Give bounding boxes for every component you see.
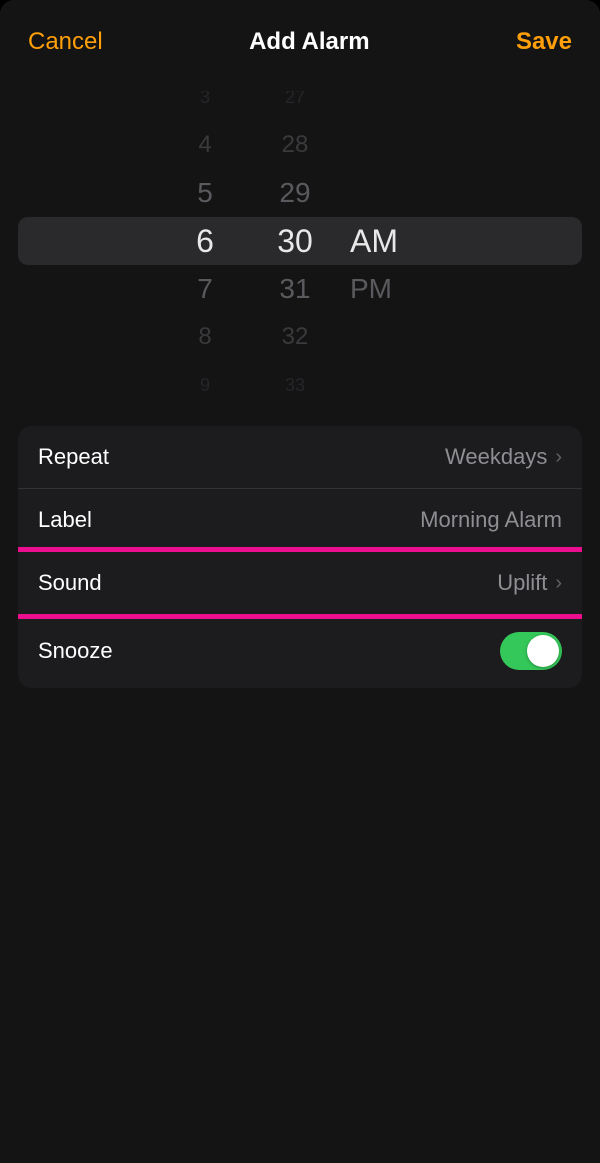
hour-option: 7: [197, 265, 213, 313]
minute-option: 32: [282, 313, 309, 361]
sound-value: Uplift: [497, 570, 547, 596]
label-label: Label: [38, 507, 92, 533]
snooze-toggle[interactable]: [500, 632, 562, 670]
minute-option: 28: [282, 121, 309, 169]
sound-label: Sound: [38, 570, 102, 596]
alarm-settings-list: Repeat Weekdays › Label Morning Alarm So…: [18, 426, 582, 688]
minute-option: 27: [285, 91, 305, 121]
ampm-pm: PM: [350, 265, 392, 313]
label-value: Morning Alarm: [420, 507, 562, 533]
save-button[interactable]: Save: [516, 28, 572, 56]
hour-selected: 6: [196, 217, 214, 265]
sound-row[interactable]: Sound Uplift ›: [18, 547, 582, 619]
ampm-wheel[interactable]: . . . AM PM . .: [340, 91, 440, 391]
header: Cancel Add Alarm Save: [0, 10, 600, 66]
toggle-knob: [527, 635, 559, 667]
hour-option: 3: [200, 91, 210, 121]
hour-wheel[interactable]: 3 4 5 6 7 8 9: [160, 91, 250, 391]
minute-wheel[interactable]: 27 28 29 30 31 32 33: [250, 91, 340, 391]
snooze-label: Snooze: [38, 638, 113, 664]
hour-option: 8: [198, 313, 211, 361]
snooze-row: Snooze: [18, 614, 582, 688]
hour-option: 9: [200, 361, 210, 391]
repeat-row[interactable]: Repeat Weekdays ›: [18, 426, 582, 489]
time-picker: 3 4 5 6 7 8 9 27 28 29 30 31 32 33 . . .: [18, 91, 582, 391]
chevron-right-icon: ›: [555, 446, 562, 469]
minute-option: 31: [279, 265, 310, 313]
ampm-am: AM: [350, 217, 398, 265]
chevron-right-icon: ›: [555, 572, 562, 595]
repeat-value: Weekdays: [445, 444, 547, 470]
repeat-label: Repeat: [38, 444, 109, 470]
minute-selected: 30: [277, 217, 313, 265]
hour-option: 5: [197, 169, 213, 217]
add-alarm-sheet: Cancel Add Alarm Save 3 4 5 6 7 8 9 27 2…: [0, 0, 600, 1163]
minute-option: 29: [279, 169, 310, 217]
cancel-button[interactable]: Cancel: [28, 28, 103, 56]
minute-option: 33: [285, 361, 305, 391]
hour-option: 4: [198, 121, 211, 169]
label-row[interactable]: Label Morning Alarm: [18, 489, 582, 552]
page-title: Add Alarm: [249, 28, 369, 56]
